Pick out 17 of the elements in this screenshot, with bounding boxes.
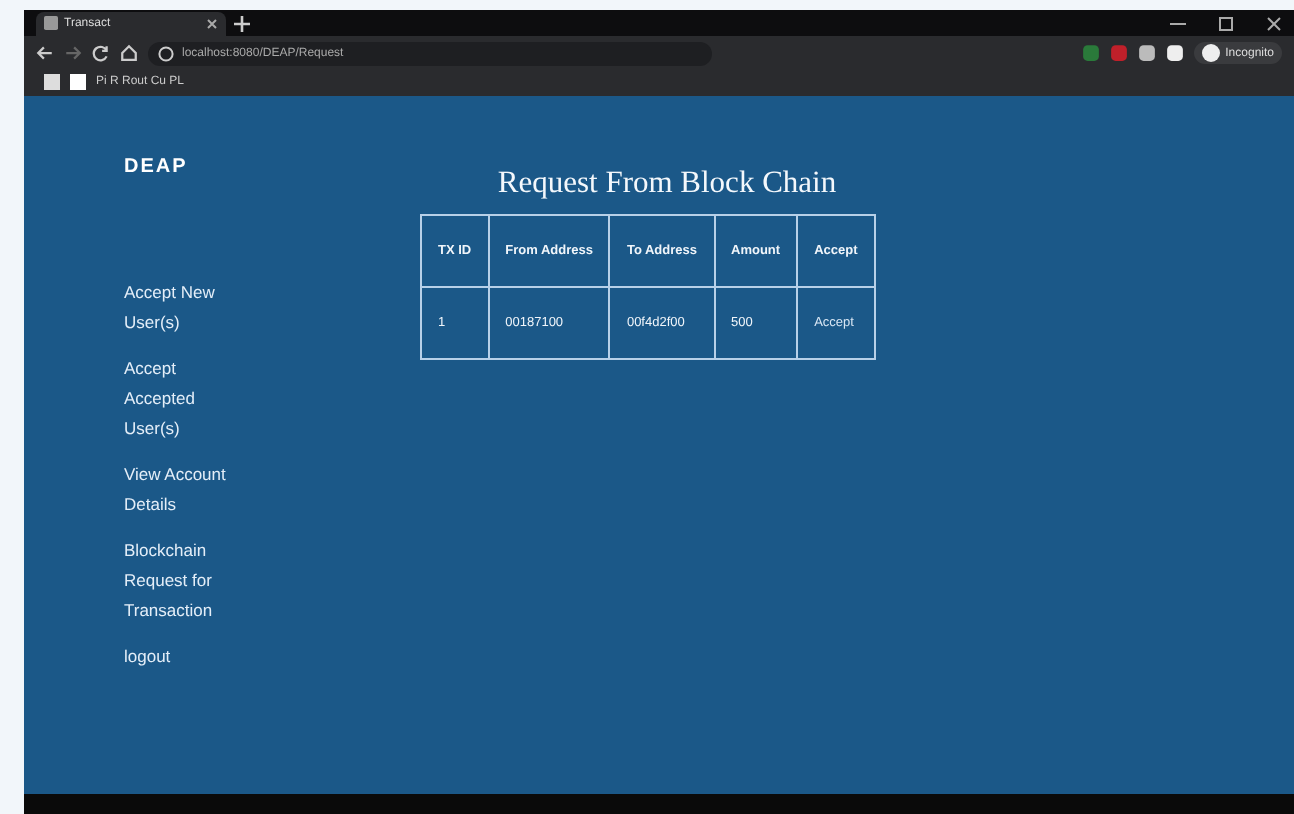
back-icon[interactable]	[36, 44, 54, 62]
reload-icon[interactable]	[92, 44, 110, 62]
sidebar-link[interactable]: logout	[124, 642, 244, 672]
avatar-icon	[1201, 44, 1220, 62]
sidebar-link[interactable]: View Account Details	[124, 460, 244, 520]
new-tab-icon[interactable]	[234, 15, 250, 31]
page-title: Request From Block Chain	[495, 166, 839, 202]
maximize-icon[interactable]	[1218, 15, 1234, 31]
sidebar-link[interactable]: Accept New User(s)	[124, 278, 244, 338]
close-icon[interactable]	[1266, 15, 1282, 31]
site-logo: DEAP	[124, 156, 190, 178]
sidebar-link[interactable]: Blockchain Request for Transaction	[124, 536, 244, 626]
info-icon[interactable]	[158, 45, 174, 61]
home-icon[interactable]	[120, 44, 138, 62]
forward-icon[interactable]	[64, 44, 82, 62]
close-icon[interactable]	[206, 17, 218, 29]
sidebar-link[interactable]: Accept Accepted User(s)	[124, 354, 244, 444]
